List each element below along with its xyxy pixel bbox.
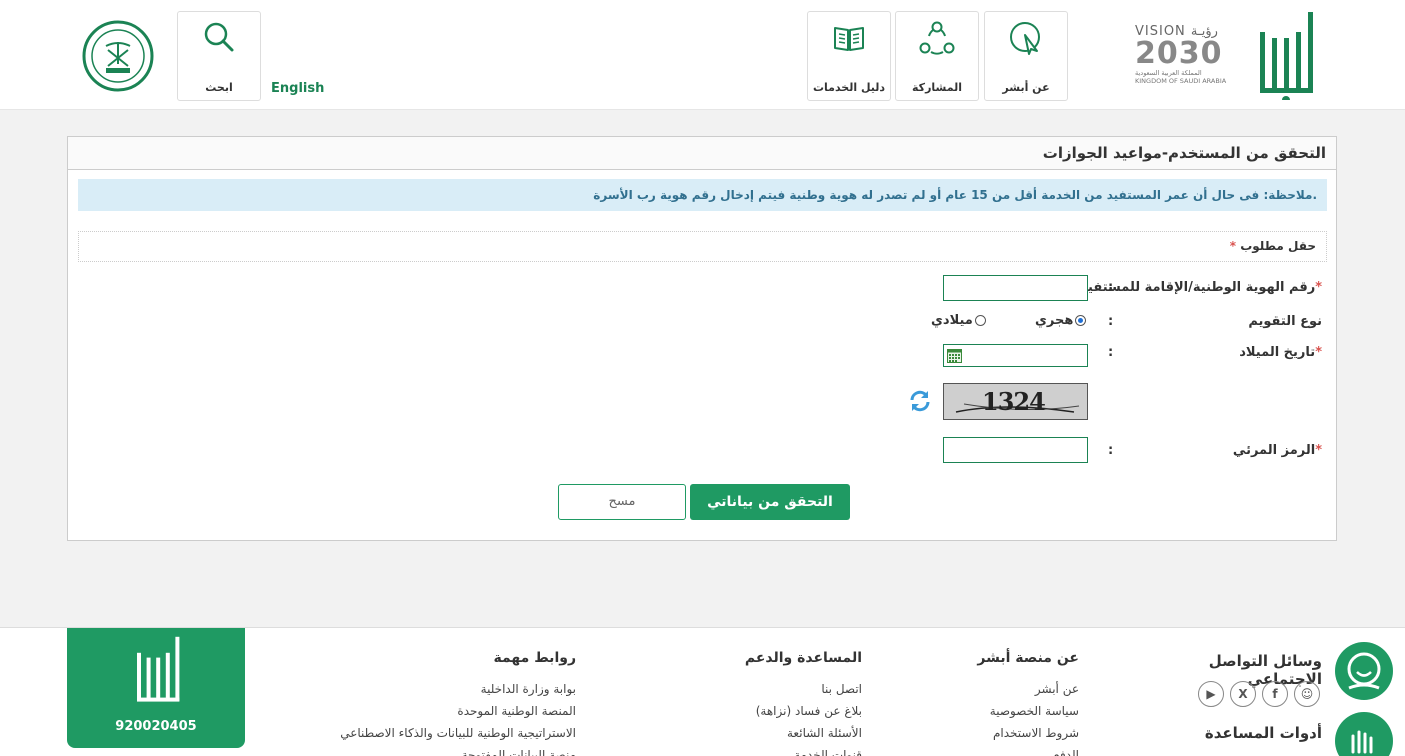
footer-about-col: عن منصة أبشر عن أبشر سياسة الخصوصية شروط… (890, 650, 1079, 756)
birth-colon: : (1108, 345, 1114, 360)
footer-link[interactable]: المنصة الوطنية الموحدة (270, 700, 576, 722)
kingdom-en: KINGDOM OF SAUDI ARABIA (1135, 77, 1227, 85)
footer-link[interactable]: شروط الاستخدام (890, 722, 1079, 744)
x-icon[interactable]: X (1230, 681, 1256, 707)
tile-participation[interactable]: المشاركة (895, 11, 979, 101)
panel-title: التحقق من المستخدم-مواعيد الجوازات (68, 137, 1336, 170)
verify-button[interactable]: التحقق من بياناتي (690, 484, 850, 520)
search-label: ابحث (205, 81, 233, 94)
visual-code-label: الرمز المرئي* (1233, 443, 1322, 458)
footer-links-col: روابط مهمة بوابة وزارة الداخلية المنصة ا… (270, 650, 576, 756)
tile-services-label: دليل الخدمات (812, 81, 886, 94)
id-label: رقم الهوية الوطنية/الإقامة للمستفيد* (1081, 280, 1322, 295)
contact-number[interactable]: 920020405 (67, 719, 245, 734)
snapchat-icon[interactable]: ☺ (1294, 681, 1320, 707)
accessibility-icon[interactable] (1335, 712, 1393, 756)
footer-link[interactable]: عن أبشر (890, 678, 1079, 700)
support-avatar-icon[interactable] (1335, 642, 1393, 700)
required-legend: * حقل مطلوب (78, 231, 1327, 262)
birth-date-text: تاريخ الميلاد (1239, 345, 1316, 360)
tile-participation-label: المشاركة (912, 81, 962, 94)
share-icon (919, 21, 955, 55)
birth-required-star: * (1315, 345, 1322, 360)
captcha-image: 1324 (943, 383, 1088, 420)
absher-footer-logo (137, 636, 180, 702)
tile-about-absher[interactable]: عن أبشر (984, 11, 1068, 101)
kingdom-ar: المملكة العربية السعودية (1135, 69, 1202, 77)
required-star: * (1229, 239, 1237, 253)
support-face-icon (1347, 652, 1381, 690)
social-icons: ▶ X f ☺ (1198, 681, 1320, 707)
footer-link[interactable]: سياسة الخصوصية (890, 700, 1079, 722)
id-number-input[interactable] (943, 275, 1088, 301)
ministry-emblem (82, 20, 154, 92)
visual-code-input[interactable] (943, 437, 1088, 463)
footer-link[interactable]: الاستراتيجية الوطنية للبيانات والذكاء ال… (270, 722, 576, 744)
footer-link[interactable]: منصة البيانات المفتوحة (270, 744, 576, 756)
captcha-text: 1324 (982, 387, 1046, 416)
site-header: VISION رؤيـة 2030 المملكة العربية السعود… (0, 0, 1405, 110)
id-colon: : (1108, 280, 1114, 295)
search-tile[interactable]: ابحث (177, 11, 261, 101)
id-required-star: * (1315, 280, 1322, 295)
vision-year: 2030 (1135, 36, 1223, 71)
gregorian-radio-dot[interactable] (974, 315, 986, 326)
footer-about-title: عن منصة أبشر (977, 650, 1079, 666)
gregorian-label: ميلادي (931, 313, 973, 328)
hijri-label: هجري (1035, 313, 1074, 328)
hijri-radio-dot[interactable] (1075, 315, 1087, 326)
birth-date-label: تاريخ الميلاد* (1239, 345, 1322, 360)
required-text: حقل مطلوب (1240, 239, 1316, 253)
visual-code-required-star: * (1315, 443, 1322, 458)
footer-links-title: روابط مهمة (493, 650, 576, 666)
absher-contact-badge: 920020405 (67, 628, 245, 748)
vision-2030-logo: VISION رؤيـة 2030 المملكة العربية السعود… (1135, 24, 1245, 100)
language-toggle[interactable]: English (271, 81, 324, 96)
verification-panel: التحقق من المستخدم-مواعيد الجوازات ملاحظ… (67, 136, 1337, 541)
age-note: ملاحظة: فى حال أن عمر المستفيد من الخدمة… (78, 179, 1327, 211)
calendar-colon: : (1108, 314, 1114, 329)
footer-link[interactable]: الدفع (890, 744, 1079, 756)
facebook-icon[interactable]: f (1262, 681, 1288, 707)
visual-code-colon: : (1108, 443, 1114, 458)
sign-language-icon (1351, 730, 1373, 754)
tile-services-guide[interactable]: دليل الخدمات (807, 11, 891, 101)
footer-link[interactable]: بوابة وزارة الداخلية (270, 678, 576, 700)
birth-date-input[interactable] (943, 344, 1088, 367)
footer-help-title: المساعدة والدعم (744, 650, 862, 666)
search-icon (204, 22, 234, 52)
visual-code-text: الرمز المرئي (1232, 443, 1316, 458)
id-label-text: رقم الهوية الوطنية/الإقامة للمستفيد (1080, 280, 1316, 295)
footer-link[interactable]: الأسئلة الشائعة (672, 722, 862, 744)
absher-logo[interactable] (1250, 12, 1320, 100)
footer-link[interactable]: اتصل بنا (672, 678, 862, 700)
calendar-icon[interactable] (947, 349, 962, 363)
book-icon (834, 27, 864, 51)
gregorian-radio[interactable]: ميلادي (931, 313, 986, 328)
clear-button[interactable]: مسح (558, 484, 686, 520)
cursor-icon (1010, 22, 1040, 55)
footer-help-col: المساعدة والدعم اتصل بنا بلاغ عن فساد (ن… (672, 650, 862, 756)
footer-link[interactable]: قنوات الخدمة (672, 744, 862, 756)
calendar-type-label: نوع التقويم (1248, 314, 1322, 329)
refresh-captcha-icon[interactable] (908, 389, 932, 413)
footer-link[interactable]: بلاغ عن فساد (نزاهة) (672, 700, 862, 722)
youtube-icon[interactable]: ▶ (1198, 681, 1224, 707)
tools-title: أدوات المساعدة (1204, 724, 1322, 742)
tile-about-label: عن أبشر (1002, 81, 1050, 94)
hijri-radio[interactable]: هجري (1035, 313, 1087, 328)
site-footer: وسائل التواصل الاجتماعي ▶ X f ☺ أدوات ال… (0, 627, 1405, 756)
